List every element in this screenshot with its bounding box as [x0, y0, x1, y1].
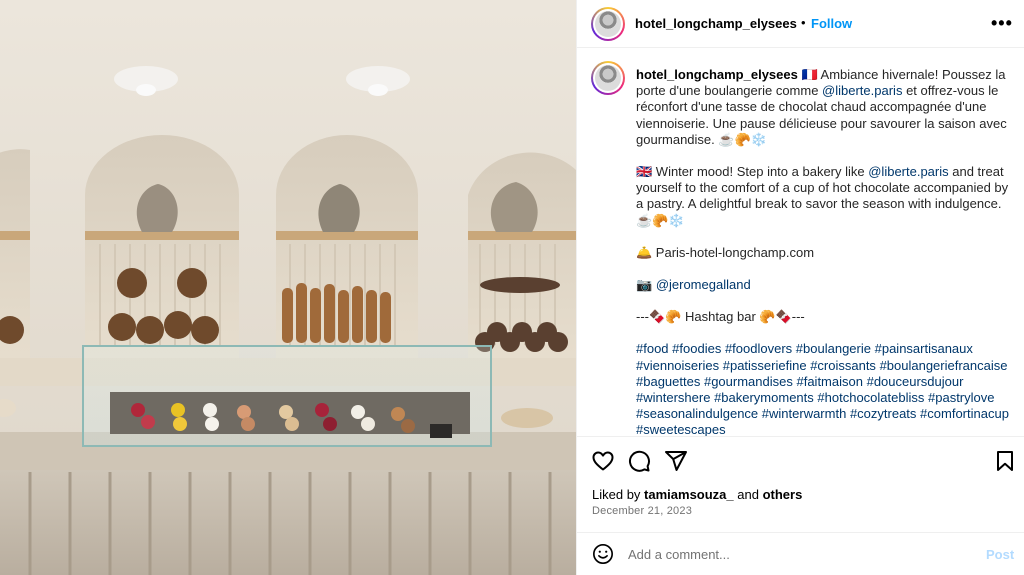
post-date[interactable]: December 21, 2023 [592, 505, 692, 517]
hashtag-link[interactable]: #boulangeriefrancaise [880, 358, 1008, 373]
hashtag-link[interactable]: #pastrylove [928, 390, 994, 405]
comment-icon[interactable] [627, 449, 651, 473]
post-caption: hotel_longchamp_elysees 🇫🇷 Ambiance hive… [636, 67, 1012, 436]
bakery-interior-image [0, 0, 576, 575]
comment-input[interactable] [628, 543, 958, 565]
likes-summary: Liked by tamiamsouza_ and others [592, 487, 802, 502]
hashtag-link[interactable]: #faitmaison [796, 374, 862, 389]
hashtag-link[interactable]: #douceursdujour [867, 374, 964, 389]
photographer-link[interactable]: @jeromegalland [656, 277, 751, 292]
follow-button[interactable]: Follow [811, 16, 852, 31]
hashtag-link[interactable]: #bakerymoments [714, 390, 814, 405]
camera-emoji: 📷 [636, 277, 656, 293]
hashtag-link[interactable]: #gourmandises [704, 374, 793, 389]
hashtag-link[interactable]: #winterwarmth [762, 406, 847, 421]
hashtag-link[interactable]: #cozytreats [850, 406, 916, 421]
hashtag-link[interactable]: #foodies [672, 341, 721, 356]
hashtag-link[interactable]: #viennoiseries [636, 358, 719, 373]
separator-dot: • [801, 15, 806, 30]
caption-scroll-area[interactable]: hotel_longchamp_elysees 🇫🇷 Ambiance hive… [577, 49, 1024, 436]
liked-by-prefix: Liked by [592, 487, 645, 502]
hashtag-link[interactable]: #seasonalindulgence [636, 406, 758, 421]
post-side-panel: hotel_longchamp_elysees • Follow ••• hot… [576, 0, 1024, 575]
hashtag-link[interactable]: #patisseriefine [723, 358, 807, 373]
hashtag-link[interactable]: #croissants [810, 358, 876, 373]
bookmark-icon[interactable] [993, 449, 1017, 473]
caption-avatar[interactable] [591, 61, 625, 95]
hashtag-link[interactable]: #sweetescapes [636, 422, 726, 436]
hashtag-link[interactable]: #food [636, 341, 669, 356]
post-header: hotel_longchamp_elysees • Follow ••• [577, 0, 1024, 48]
caption-username[interactable]: hotel_longchamp_elysees [636, 67, 798, 82]
hashtag-link[interactable]: #comfortinacup [920, 406, 1009, 421]
hashtag-link[interactable]: #wintershere [636, 390, 710, 405]
liked-by-user[interactable]: tamiamsouza_ [644, 487, 734, 502]
mention-link[interactable]: @liberte.paris [868, 164, 948, 179]
hashtag-link[interactable]: #painsartisanaux [875, 341, 973, 356]
hashtag-link[interactable]: #foodlovers [725, 341, 792, 356]
post-photo[interactable] [0, 0, 576, 575]
liked-by-others[interactable]: others [763, 487, 803, 502]
avatar[interactable] [591, 7, 625, 41]
liked-by-and: and [733, 487, 763, 502]
hashtag-link[interactable]: #boulangerie [796, 341, 871, 356]
heart-icon[interactable] [591, 449, 615, 473]
comment-bar: Post [577, 532, 1024, 575]
hashtag-bar-line: ---🍫🥐 Hashtag bar 🥐🍫--- [636, 309, 805, 325]
smiley-icon[interactable] [592, 543, 614, 565]
more-options-icon[interactable]: ••• [991, 13, 1013, 34]
caption-text-en-1: 🇬🇧 Winter mood! Step into a bakery like [636, 164, 869, 180]
post-author-username[interactable]: hotel_longchamp_elysees [635, 16, 797, 31]
mention-link[interactable]: @liberte.paris [822, 83, 902, 98]
paper-plane-icon[interactable] [664, 449, 688, 473]
post-comment-button[interactable]: Post [986, 547, 1014, 562]
hashtag-link[interactable]: #baguettes [636, 374, 700, 389]
hashtag-link[interactable]: #hotchocolatebliss [817, 390, 924, 405]
website-line: 🛎️ Paris-hotel-longchamp.com [636, 244, 815, 260]
hashtag-list: #food #foodies #foodlovers #boulangerie … [636, 341, 1012, 436]
